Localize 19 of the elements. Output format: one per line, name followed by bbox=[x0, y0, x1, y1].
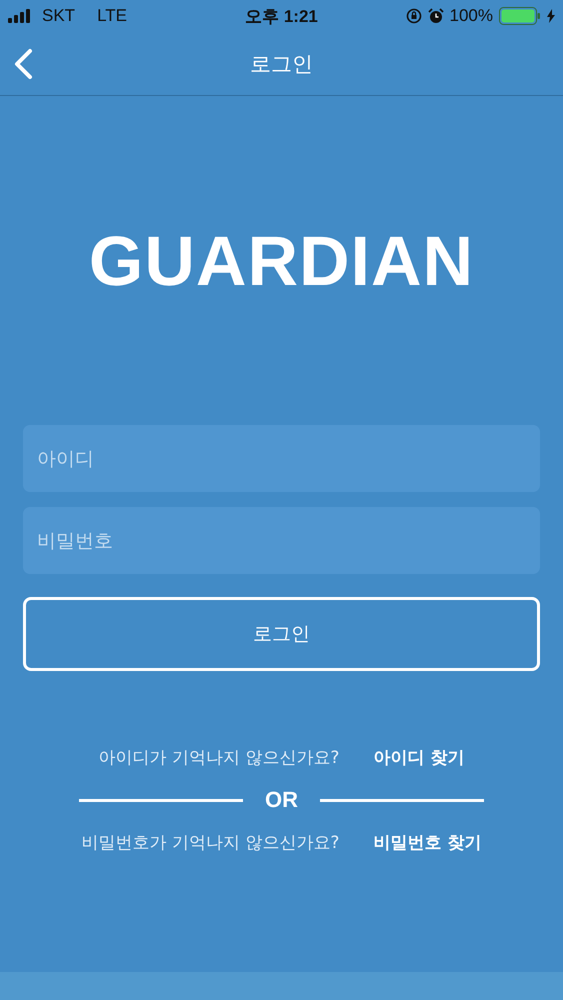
password-field[interactable]: 비밀번호 bbox=[23, 507, 540, 574]
back-icon bbox=[12, 48, 34, 80]
status-time: 오후 1:21 bbox=[245, 6, 318, 28]
charging-icon bbox=[547, 9, 555, 23]
battery-percent: 100% bbox=[450, 6, 493, 26]
help-question: 비밀번호가 기억나지 않으신가요? bbox=[82, 832, 340, 854]
find-link[interactable]: 비밀번호 찾기 bbox=[373, 831, 482, 854]
login-button[interactable]: 로그인 bbox=[23, 597, 540, 671]
separator-label: OR bbox=[265, 787, 298, 813]
network-type: LTE bbox=[97, 6, 127, 26]
help-question: 아이디가 기억나지 않으신가요? bbox=[98, 747, 340, 769]
app-logo: GUARDIAN bbox=[88, 221, 474, 301]
find-link[interactable]: 아이디 찾기 bbox=[373, 746, 464, 769]
id-field[interactable]: 아이디 bbox=[23, 425, 540, 492]
battery-icon bbox=[499, 7, 541, 25]
carrier-name: SKT bbox=[42, 6, 76, 26]
screen-title: 로그인 bbox=[250, 50, 313, 78]
alarm-icon bbox=[428, 8, 444, 24]
rotation-lock-icon bbox=[406, 8, 422, 24]
